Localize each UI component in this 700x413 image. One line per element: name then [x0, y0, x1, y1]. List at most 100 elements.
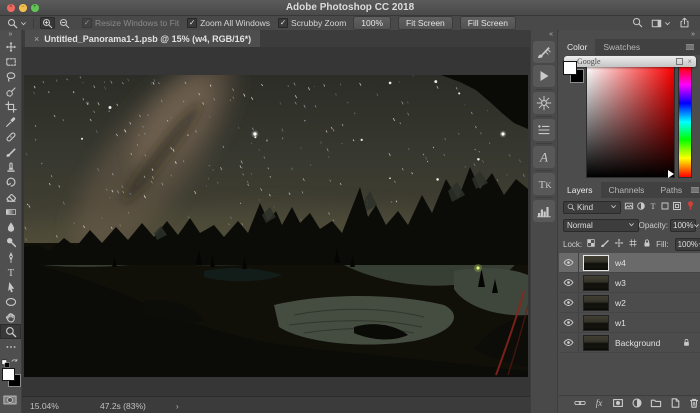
dock-expand-chevron[interactable]: «	[531, 30, 557, 39]
filter-adjustment-layers[interactable]	[636, 198, 646, 216]
layer-thumbnail[interactable]	[583, 295, 609, 311]
dock-panel-list[interactable]	[533, 119, 555, 141]
filter-pin-toggle[interactable]	[685, 198, 696, 216]
zoom-level-field[interactable]: 15.04%	[22, 401, 78, 411]
tool-gradient[interactable]	[0, 204, 21, 219]
tool-clone-stamp[interactable]	[0, 159, 21, 174]
new-layer-button[interactable]	[669, 396, 681, 413]
checkbox-box[interactable]: ✓	[278, 18, 288, 28]
dock-panel-sun[interactable]	[533, 92, 555, 114]
search-button[interactable]	[632, 17, 643, 30]
layer-visibility-toggle[interactable]	[559, 313, 579, 332]
color-panel-menu[interactable]	[685, 39, 700, 55]
dock-panel-letter-a[interactable]: A	[533, 146, 555, 168]
layers-panel-menu[interactable]	[690, 182, 700, 198]
layer-styles-button[interactable]: fx	[593, 396, 605, 413]
dock-panel-histogram[interactable]	[533, 200, 555, 222]
filter-kind-dropdown[interactable]: Kind	[563, 201, 621, 214]
tool-brush[interactable]	[0, 144, 21, 159]
tool-dodge[interactable]	[0, 234, 21, 249]
dock-panel-actions-play[interactable]	[533, 65, 555, 87]
filter-pixel-layers[interactable]	[624, 198, 634, 216]
tool-lasso[interactable]	[0, 69, 21, 84]
layer-visibility-toggle[interactable]	[559, 253, 579, 272]
dock-panel-tk[interactable]: TK	[533, 173, 555, 195]
layer-row-w1[interactable]: w1	[559, 313, 700, 333]
layers-tab-layers[interactable]: Layers	[559, 182, 601, 198]
tool-move[interactable]	[0, 39, 21, 54]
photo-panorama[interactable]	[24, 75, 528, 377]
close-icon[interactable]: ×	[687, 58, 692, 66]
color-tab-swatches[interactable]: Swatches	[595, 39, 648, 55]
foreground-color-chip[interactable]	[2, 368, 15, 381]
button-100-[interactable]: 100%	[353, 16, 391, 30]
workspace-button[interactable]	[651, 18, 671, 29]
tool-crop[interactable]	[0, 99, 21, 114]
tool-zoom[interactable]	[0, 324, 21, 339]
layers-tab-channels[interactable]: Channels	[601, 182, 653, 198]
filter-shape-layers[interactable]	[660, 198, 670, 216]
tool-type[interactable]: T	[0, 264, 21, 279]
lock-transparent-button[interactable]	[586, 235, 596, 253]
tool-blur[interactable]	[0, 219, 21, 234]
blend-mode-dropdown[interactable]: Normal	[563, 219, 639, 232]
add-mask-button[interactable]	[612, 396, 624, 413]
layer-row-w4[interactable]: w4	[559, 253, 700, 273]
layer-visibility-toggle[interactable]	[559, 293, 579, 312]
quick-mask-icon[interactable]	[3, 393, 17, 412]
google-nik-window-titlebar[interactable]: Google ×	[564, 56, 696, 67]
lock-move-button[interactable]	[614, 235, 624, 253]
tool-eyedropper[interactable]	[0, 114, 21, 129]
tools-expand-chevron[interactable]: »	[0, 30, 21, 39]
new-adjustment-button[interactable]	[631, 396, 643, 413]
layer-row-background[interactable]: Background	[559, 333, 700, 353]
tool-eraser[interactable]	[0, 189, 21, 204]
color-tab-color[interactable]: Color	[559, 39, 595, 55]
document-tab[interactable]: × Untitled_Panorama1-1.psb @ 15% (w4, RG…	[25, 30, 260, 47]
link-layers-button[interactable]	[574, 396, 586, 413]
share-button[interactable]	[679, 17, 690, 30]
panels-collapse-chevron[interactable]: »	[559, 30, 700, 39]
opacity-field[interactable]: 100%	[670, 219, 696, 232]
tool-preset-picker[interactable]	[7, 18, 27, 29]
foreground-color-chip[interactable]	[563, 61, 577, 75]
layer-visibility-toggle[interactable]	[559, 333, 579, 352]
dock-panel-brush-settings[interactable]	[533, 41, 555, 63]
tool-path-select[interactable]	[0, 279, 21, 294]
delete-layer-button[interactable]	[688, 396, 700, 413]
button-fill-screen[interactable]: Fill Screen	[460, 16, 516, 30]
tool-healing-brush[interactable]	[0, 129, 21, 144]
lock-all-button[interactable]	[642, 235, 652, 253]
layer-thumbnail[interactable]	[583, 255, 609, 271]
checkbox-box[interactable]: ✓	[187, 18, 197, 28]
zoom-out-button[interactable]	[57, 17, 72, 29]
tool-quick-select[interactable]	[0, 84, 21, 99]
minimize-icon[interactable]	[676, 58, 683, 65]
lock-artboard-button[interactable]	[628, 235, 638, 253]
tab-close-icon[interactable]: ×	[34, 34, 39, 44]
layer-thumbnail[interactable]	[583, 315, 609, 331]
hue-pointer[interactable]	[668, 170, 674, 178]
tool-shape[interactable]	[0, 294, 21, 309]
layer-thumbnail[interactable]	[583, 335, 609, 351]
tool-history-brush[interactable]	[0, 174, 21, 189]
tool-pen[interactable]	[0, 249, 21, 264]
zoom-in-button[interactable]	[40, 17, 55, 29]
layer-row-w3[interactable]: w3	[559, 273, 700, 293]
checkbox-zoom-all-windows[interactable]: ✓Zoom All Windows	[187, 18, 270, 28]
lock-paint-button[interactable]	[600, 235, 610, 253]
layer-visibility-toggle[interactable]	[559, 273, 579, 292]
color-cube[interactable]	[586, 66, 675, 178]
layer-row-w2[interactable]: w2	[559, 293, 700, 313]
status-flyout-chevron[interactable]: ›	[176, 401, 179, 411]
button-fit-screen[interactable]: Fit Screen	[398, 16, 453, 30]
filter-smart-objects[interactable]	[672, 198, 682, 216]
layers-tab-paths[interactable]: Paths	[652, 182, 690, 198]
tool-hand[interactable]	[0, 309, 21, 324]
canvas-area[interactable]	[22, 47, 530, 396]
new-group-button[interactable]	[650, 396, 662, 413]
layer-thumbnail[interactable]	[583, 275, 609, 291]
hue-slider[interactable]	[678, 66, 692, 178]
tool-edit-toolbar[interactable]	[0, 339, 21, 354]
tool-marquee[interactable]	[0, 54, 21, 69]
